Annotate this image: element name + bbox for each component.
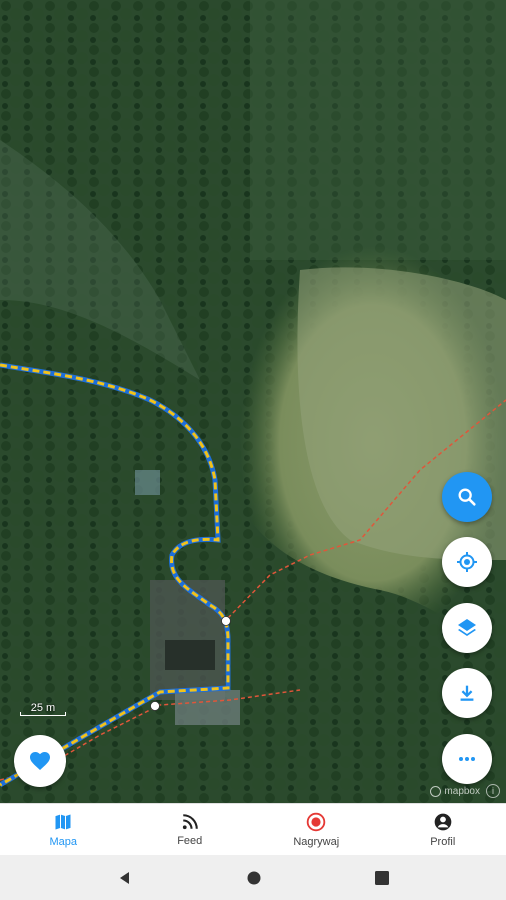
record-icon	[307, 812, 326, 832]
layers-icon	[458, 619, 476, 636]
search-icon	[458, 488, 476, 506]
nav-item-label: Mapa	[49, 836, 78, 848]
attribution-info-icon[interactable]: i	[486, 784, 500, 798]
map-icon	[55, 814, 71, 830]
nav-item-label: Profil	[430, 836, 456, 848]
nav-item-label: Feed	[177, 835, 203, 847]
download-button[interactable]	[442, 668, 492, 718]
attribution-text: mapbox	[444, 785, 480, 797]
map-view[interactable]: 25 m mapbox i	[0, 0, 506, 803]
mapbox-logo: mapbox	[430, 785, 480, 797]
recents-icon[interactable]	[375, 870, 390, 885]
profile-icon	[434, 813, 452, 831]
scale-bar-line	[20, 712, 66, 716]
nav-item-map[interactable]: Mapa	[0, 804, 127, 856]
system-navigation-bar	[0, 855, 506, 900]
nav-item-record[interactable]: Nagrywaj	[253, 804, 380, 856]
nav-item-label: Nagrywaj	[293, 836, 340, 848]
map-attribution[interactable]: mapbox i	[430, 782, 500, 800]
my-location-button[interactable]	[442, 537, 492, 587]
layers-button[interactable]	[442, 603, 492, 653]
feed-icon	[182, 814, 198, 830]
satellite-imagery	[0, 0, 506, 803]
bottom-navigation: Mapa Feed Nagrywaj Profil	[0, 803, 506, 856]
download-icon	[460, 685, 474, 701]
scale-bar: 25 m	[20, 702, 66, 716]
nav-item-feed[interactable]: Feed	[127, 804, 254, 856]
more-button[interactable]	[442, 734, 492, 784]
favorite-button[interactable]	[14, 735, 66, 787]
nav-item-profile[interactable]: Profil	[380, 804, 506, 856]
back-icon[interactable]	[117, 870, 133, 886]
search-button[interactable]	[442, 472, 492, 522]
more-icon	[459, 757, 475, 761]
home-icon[interactable]	[246, 870, 262, 886]
heart-icon	[30, 752, 50, 770]
my-location-icon	[457, 552, 477, 572]
